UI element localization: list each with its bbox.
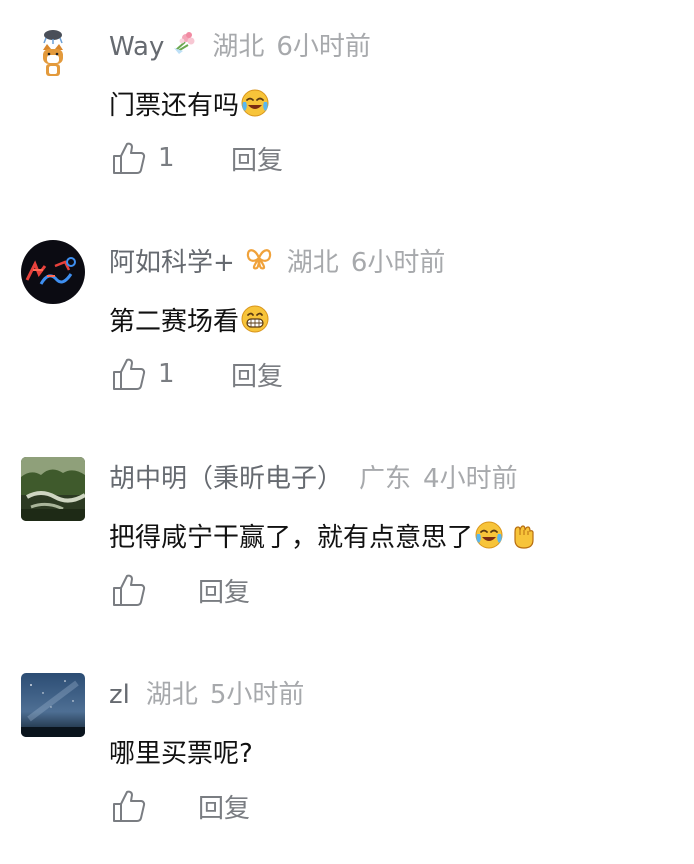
comment-meta: 阿如科学+ 湖北 6小时前 [109,245,445,281]
comment-item: zl 湖北 5小时前 哪里买票呢? 回复 [0,648,694,864]
reply-button[interactable]: 回复 [198,788,250,825]
comment-body: 把得咸宁干赢了，就有点意思了 [109,522,474,553]
timestamp: 5小时前 [209,680,305,710]
laughing-crying-emoji-icon [240,88,270,118]
raised-fist-emoji-icon [508,520,538,550]
username[interactable]: 胡中明（秉昕电子） [109,461,343,497]
like-count: 1 [158,359,175,389]
comment-item: 阿如科学+ 湖北 6小时前 第二赛场看 1 回复 [0,216,694,432]
comment-meta: zl 湖北 5小时前 [109,677,304,713]
avatar[interactable] [21,673,85,737]
grinning-emoji-icon [240,304,270,334]
butterfly-vip-icon [245,244,273,282]
forest-photo-avatar-icon [21,457,85,521]
location: 广东 [359,464,412,494]
avatar[interactable] [21,240,85,304]
timestamp: 6小时前 [350,248,446,278]
comment-text: 哪里买票呢? [109,731,253,771]
shiba-dog-avatar-icon [21,24,85,88]
thumbs-up-icon[interactable] [111,572,147,608]
thumbs-up-icon[interactable] [111,356,147,392]
comment-actions: 1 回复 [111,354,283,394]
comment-actions: 回复 [111,786,250,826]
bouquet-icon [170,28,198,66]
comment-item: Way 湖北 6小时前 门票还有吗 1 回复 [0,0,694,216]
comment-meta: Way 湖北 6小时前 [109,29,371,65]
timestamp: 6小时前 [276,32,371,62]
reply-button[interactable]: 回复 [231,356,283,393]
comment-text: 门票还有吗 [109,83,270,123]
like-count: 1 [158,143,175,173]
username[interactable]: 阿如科学+ [109,245,235,281]
comment-text: 第二赛场看 [109,299,270,339]
thumbs-up-icon[interactable] [111,140,147,176]
starry-sky-avatar-icon [21,673,85,737]
avatar[interactable] [21,457,85,521]
thumbs-up-icon[interactable] [111,788,147,824]
avatar[interactable] [21,24,85,88]
location: 湖北 [212,32,265,62]
laughing-crying-emoji-icon [474,520,504,550]
reply-button[interactable]: 回复 [198,572,250,609]
comment-body: 哪里买票呢? [109,738,253,769]
reply-button[interactable]: 回复 [231,140,283,177]
comment-text: 把得咸宁干赢了，就有点意思了 [109,515,538,555]
timestamp: 4小时前 [423,464,518,494]
comment-actions: 1 回复 [111,138,283,178]
comment-body: 第二赛场看 [109,306,240,337]
username[interactable]: zl [109,677,130,713]
location: 湖北 [145,680,198,710]
location: 湖北 [286,248,339,278]
neon-logo-avatar-icon [21,240,85,304]
comment-meta: 胡中明（秉昕电子） 广东 4小时前 [109,461,518,497]
username[interactable]: Way [109,29,164,65]
comment-item: 胡中明（秉昕电子） 广东 4小时前 把得咸宁干赢了，就有点意思了 回复 [0,432,694,648]
comment-actions: 回复 [111,570,250,610]
comment-body: 门票还有吗 [109,90,240,121]
